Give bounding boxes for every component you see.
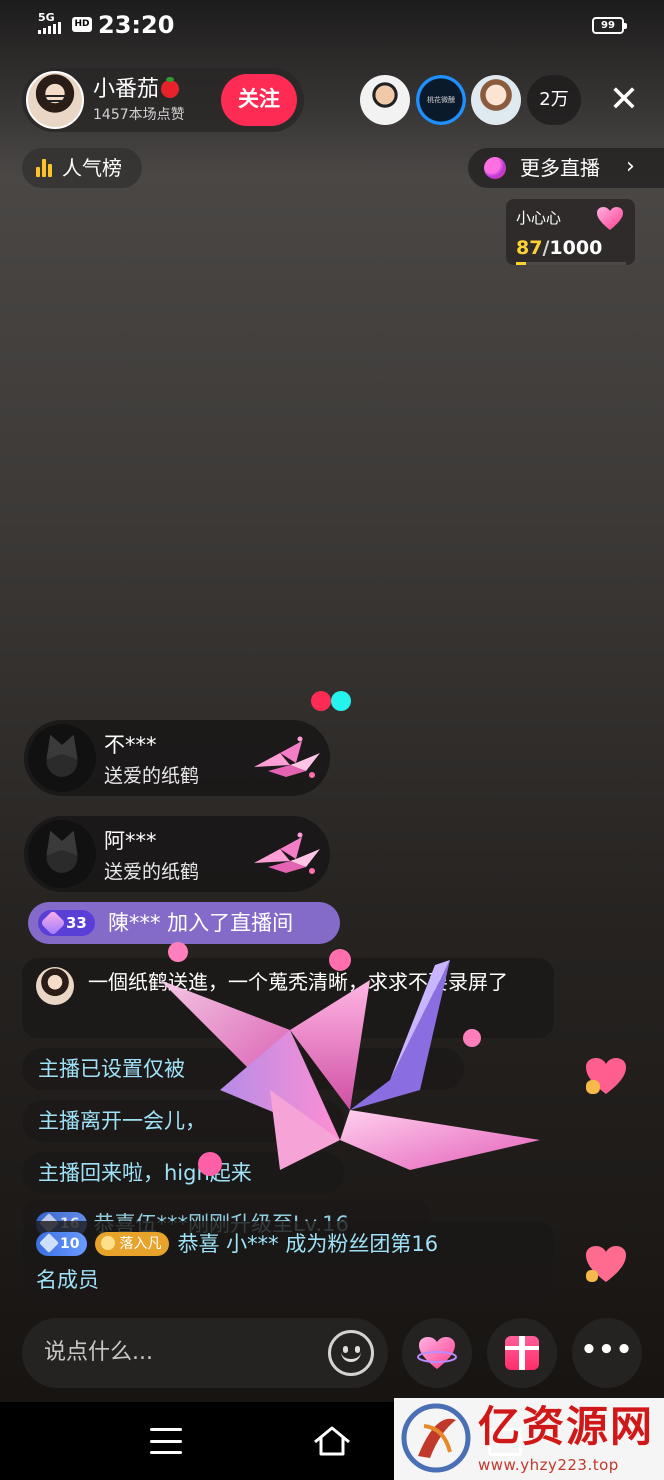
gift-description: 送爱的纸鹤 — [104, 861, 200, 883]
status-bar: 5G HD 23:20 99 — [0, 0, 664, 52]
signal-icon — [38, 22, 61, 34]
heart-progress-fill — [516, 262, 526, 265]
join-text: 陳*** 加入了直播间 — [108, 911, 294, 935]
user-level-badge: 10 — [36, 1232, 88, 1256]
watermark-logo-icon — [401, 1403, 471, 1473]
host-avatar[interactable] — [26, 71, 84, 129]
heart-icon — [417, 1337, 457, 1369]
chevron-right-icon: › — [626, 154, 635, 179]
heart-task-progress: 87/1000 — [516, 236, 602, 260]
close-icon[interactable]: ✕ — [602, 78, 646, 122]
heart-target: 1000 — [549, 237, 603, 259]
heart-task-title: 小心心 — [516, 209, 562, 227]
menu-icon[interactable] — [150, 1428, 182, 1454]
gift-button[interactable] — [487, 1318, 557, 1388]
floating-heart-icon — [586, 1246, 626, 1282]
clock: 23:20 — [98, 11, 175, 39]
watermark-name: 亿资源网 — [478, 1402, 655, 1451]
floating-heart-icon — [586, 1058, 626, 1094]
watermark-url: www.yhzy223.top — [478, 1456, 619, 1474]
commenter-avatar[interactable] — [36, 967, 74, 1005]
bar-chart-icon — [36, 159, 52, 177]
planet-icon — [484, 157, 506, 179]
host-likes: 1457本场点赞 — [93, 107, 185, 123]
host-name-text: 小番茄 — [93, 77, 160, 102]
viewer-count[interactable]: 2万 — [527, 75, 581, 125]
emoji-icon[interactable] — [328, 1330, 374, 1376]
comment-input-placeholder[interactable]: 说点什么... — [44, 1338, 153, 1368]
more-options-button[interactable]: ••• — [572, 1318, 642, 1388]
gift-sender-avatar[interactable] — [28, 820, 96, 888]
loading-dot-cyan — [331, 691, 351, 711]
viewer-avatar-text: 桃花微醺 — [427, 96, 455, 104]
battery-icon: 99 — [592, 17, 627, 34]
heart-icon — [597, 207, 623, 230]
gift-description: 送爱的纸鹤 — [104, 765, 200, 787]
home-icon[interactable] — [312, 1424, 352, 1458]
paper-crane-icon — [254, 736, 320, 778]
gift-icon — [505, 1336, 539, 1370]
viewer-avatar[interactable] — [471, 75, 521, 125]
like-heart-button[interactable] — [402, 1318, 472, 1388]
fan-club-text: 恭喜 小*** 成为粉丝团第16 — [177, 1232, 439, 1256]
gift-sender-name: 不*** — [104, 733, 157, 757]
tomato-icon — [161, 77, 180, 98]
gift-sender-name: 阿*** — [104, 829, 157, 853]
viewer-avatar[interactable]: 桃花微醺 — [416, 75, 466, 125]
user-level-badge: 33 — [38, 910, 95, 936]
paper-crane-icon — [254, 832, 320, 874]
viewer-avatar[interactable] — [360, 75, 410, 125]
fan-club-badge: 落入凡 — [95, 1232, 170, 1256]
rank-label: 人气榜 — [62, 156, 122, 180]
gift-sender-avatar[interactable] — [28, 724, 96, 792]
paper-crane-animation — [160, 942, 540, 1176]
heart-progress-track — [516, 262, 626, 265]
more-live-label: 更多直播 — [520, 156, 600, 180]
loading-dot-red — [311, 691, 331, 711]
follow-button[interactable]: 关注 — [221, 74, 297, 126]
hd-icon: HD — [72, 17, 92, 32]
host-name[interactable]: 小番茄 — [93, 77, 180, 103]
fan-club-message-line: 10 落入凡 恭喜 小*** 成为粉丝团第16 — [36, 1230, 438, 1258]
heart-current: 87 — [516, 237, 543, 259]
fan-club-text-continued: 名成员 — [36, 1268, 99, 1292]
